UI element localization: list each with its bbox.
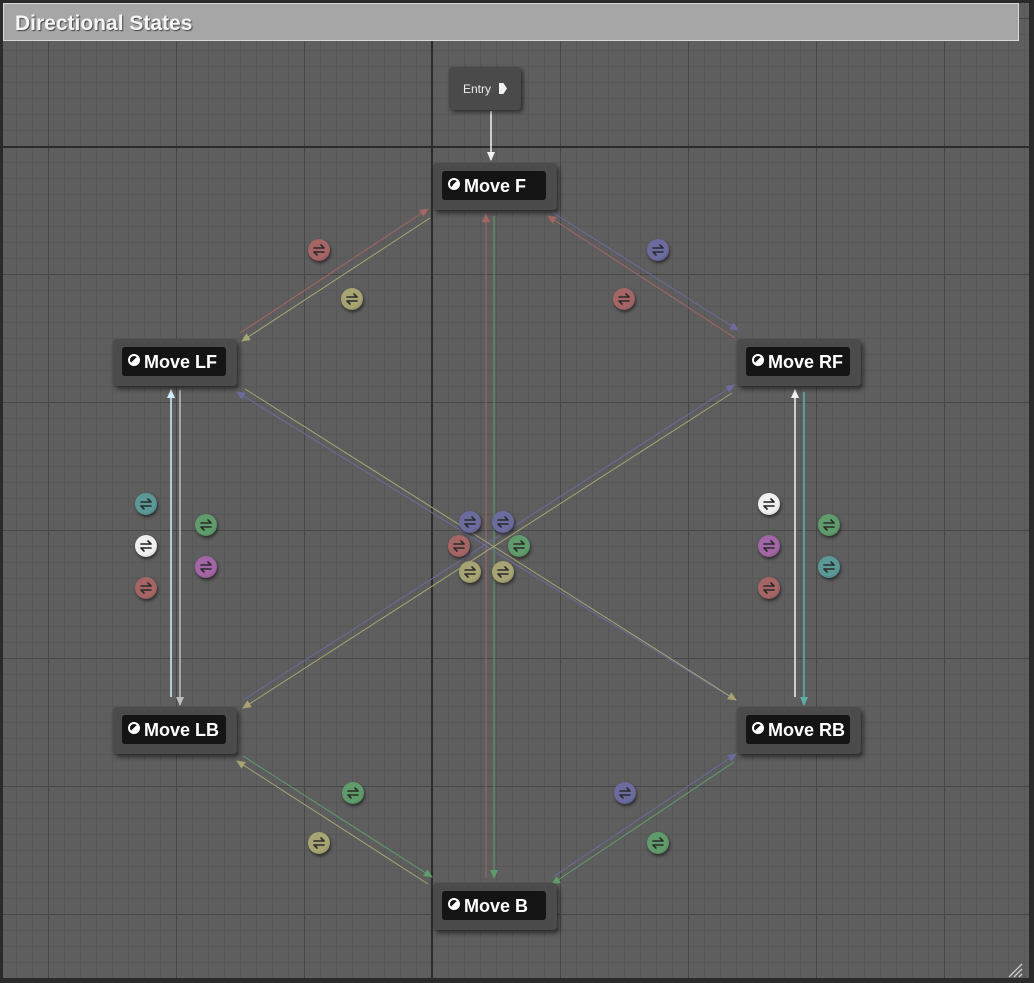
- transition-rule-icon: [652, 837, 664, 849]
- resize-grip-icon[interactable]: [1007, 962, 1023, 978]
- transition-rule-icon: [464, 566, 476, 578]
- transition-rule-lb-to-lf[interactable]: [135, 535, 157, 557]
- transition-rule-b-to-f[interactable]: [448, 535, 470, 557]
- wire-b-to-rb: [552, 753, 737, 878]
- transition-rule-f-to-lf[interactable]: [341, 288, 363, 310]
- transition-rule-icon: [313, 244, 325, 256]
- transition-rule-icon: [200, 561, 212, 573]
- transition-rule-rf-to-rb[interactable]: [818, 556, 840, 578]
- transition-rule-lb-to-rf[interactable]: [492, 511, 514, 533]
- transition-rule-icon: [140, 540, 152, 552]
- transition-rule-icon: [763, 582, 775, 594]
- wire-rf-to-lb: [242, 392, 733, 709]
- transition-rule-icon: [652, 244, 664, 256]
- transition-rule-rb-to-lf[interactable]: [459, 511, 481, 533]
- state-half-circle-icon: [752, 354, 764, 366]
- transition-rule-icon: [618, 293, 630, 305]
- wire-lb-to-rf: [242, 384, 735, 701]
- transition-rule-rf-to-rb[interactable]: [818, 514, 840, 536]
- graph-title: Directional States: [15, 12, 193, 35]
- transition-rule-icon: [823, 519, 835, 531]
- state-node-move-rf[interactable]: Move RF: [737, 339, 861, 386]
- entry-label: Entry: [463, 82, 492, 96]
- transition-rule-rb-to-rf[interactable]: [758, 577, 780, 599]
- state-label: Move LB: [144, 720, 220, 740]
- wire-f-to-lf: [241, 217, 431, 342]
- transition-rule-rb-to-rf[interactable]: [758, 493, 780, 515]
- state-node-body: Move B: [442, 891, 546, 920]
- transition-rule-f-to-rf[interactable]: [647, 239, 669, 261]
- transition-rule-icon: [140, 498, 152, 510]
- transition-rule-icon: [346, 293, 358, 305]
- state-machine-editor: Directional States Entry Move F Move LF …: [0, 0, 1034, 983]
- wire-rb-to-b: [551, 761, 735, 885]
- transition-rule-f-to-b[interactable]: [508, 535, 530, 557]
- state-node-body: Move LB: [122, 715, 226, 744]
- transition-rule-lf-to-lb[interactable]: [195, 514, 217, 536]
- state-half-circle-icon: [752, 722, 764, 734]
- wire-f-to-rf: [551, 211, 739, 331]
- state-node-body: Move F: [442, 171, 546, 200]
- state-node-body: Move RF: [746, 347, 850, 376]
- state-node-move-b[interactable]: Move B: [433, 883, 557, 930]
- transition-rule-icon: [763, 540, 775, 552]
- transition-rule-icon: [200, 519, 212, 531]
- transition-rule-rf-to-lb[interactable]: [459, 561, 481, 583]
- state-half-circle-icon: [128, 354, 140, 366]
- state-node-move-lb[interactable]: Move LB: [113, 707, 237, 754]
- wire-b-to-lb: [236, 760, 429, 885]
- wire-lf-to-rb: [244, 388, 737, 701]
- transition-rule-icon: [313, 837, 325, 849]
- transition-rule-lb-to-lf[interactable]: [135, 577, 157, 599]
- transition-rule-lb-to-lf[interactable]: [135, 493, 157, 515]
- wire-lb-to-b: [242, 755, 433, 878]
- state-label: Move RF: [768, 352, 844, 372]
- transition-rule-icon: [497, 566, 509, 578]
- transition-rule-icon: [513, 540, 525, 552]
- transition-rule-b-to-rb[interactable]: [614, 782, 636, 804]
- transition-rule-lb-to-b[interactable]: [342, 782, 364, 804]
- state-half-circle-icon: [448, 178, 460, 190]
- state-half-circle-icon: [448, 898, 460, 910]
- state-node-body: Move LF: [122, 347, 226, 376]
- transition-rule-icon: [763, 498, 775, 510]
- state-node-body: Move RB: [746, 715, 850, 744]
- exec-pin-icon[interactable]: [499, 83, 507, 94]
- transition-rule-icon: [140, 582, 152, 594]
- state-label: Move LF: [144, 352, 218, 372]
- transition-rule-icon: [453, 540, 465, 552]
- state-node-move-rb[interactable]: Move RB: [737, 707, 861, 754]
- transition-rule-icon: [464, 516, 476, 528]
- entry-node[interactable]: Entry: [449, 67, 521, 110]
- state-label: Move RB: [768, 720, 846, 740]
- transition-rule-rb-to-b[interactable]: [647, 832, 669, 854]
- wire-rf-to-f: [547, 215, 736, 339]
- state-node-move-lf[interactable]: Move LF: [113, 339, 237, 386]
- transition-rule-lf-to-lb[interactable]: [195, 556, 217, 578]
- transition-rule-lf-to-rb[interactable]: [492, 561, 514, 583]
- state-label: Move F: [464, 176, 527, 196]
- transition-rule-rf-to-f[interactable]: [613, 288, 635, 310]
- wire-lf-to-f: [239, 208, 429, 334]
- transition-rule-b-to-lb[interactable]: [308, 832, 330, 854]
- state-node-move-f[interactable]: Move F: [433, 163, 557, 210]
- state-half-circle-icon: [128, 722, 140, 734]
- transition-rule-icon: [497, 516, 509, 528]
- transition-rule-icon: [619, 787, 631, 799]
- transition-rule-icon: [347, 787, 359, 799]
- transition-rule-rb-to-rf[interactable]: [758, 535, 780, 557]
- transition-rule-lf-to-f[interactable]: [308, 239, 330, 261]
- state-label: Move B: [464, 896, 529, 916]
- transition-wires: [167, 111, 808, 885]
- transition-rule-icon: [823, 561, 835, 573]
- graph-title-bar: Directional States: [3, 3, 1019, 41]
